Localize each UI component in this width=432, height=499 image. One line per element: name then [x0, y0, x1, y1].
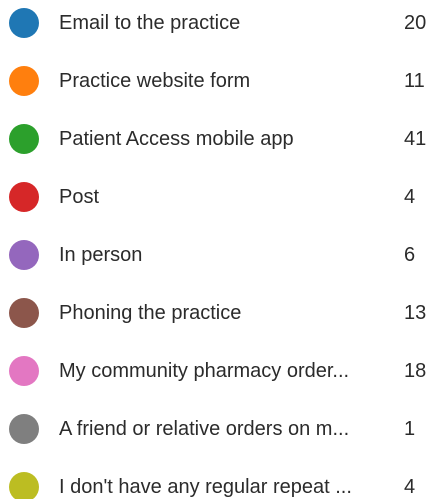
legend-item-post[interactable]: Post 4: [0, 177, 432, 217]
legend-item-no-regular-repeat[interactable]: I don't have any regular repeat ... 4: [0, 467, 432, 499]
legend-item-count: 20: [404, 12, 427, 34]
series-color-dot-icon: [9, 356, 39, 386]
legend-item-in-person[interactable]: In person 6: [0, 235, 432, 275]
legend-item-count: 4: [404, 476, 416, 498]
legend-item-label: Post: [59, 186, 100, 208]
legend-item-count: 41: [404, 128, 427, 150]
legend-item-count: 13: [404, 302, 427, 324]
legend-item-friend-relative[interactable]: A friend or relative orders on m... 1: [0, 409, 432, 449]
series-color-dot-icon: [9, 124, 39, 154]
legend-item-email[interactable]: Email to the practice 20: [0, 3, 432, 43]
legend-item-label: Practice website form: [59, 70, 251, 92]
legend-item-label: A friend or relative orders on m...: [59, 418, 350, 440]
legend-item-label: My community pharmacy order...: [59, 360, 350, 382]
series-color-dot-icon: [9, 414, 39, 444]
series-color-dot-icon: [9, 298, 39, 328]
legend-item-label: I don't have any regular repeat ...: [59, 476, 352, 498]
series-color-dot-icon: [9, 182, 39, 212]
legend-item-community-pharmacy[interactable]: My community pharmacy order... 18: [0, 351, 432, 391]
legend-item-label: In person: [59, 244, 143, 266]
legend-item-count: 1: [404, 418, 416, 440]
legend-item-website-form[interactable]: Practice website form 11: [0, 61, 432, 101]
legend-item-label: Patient Access mobile app: [59, 128, 294, 150]
series-color-dot-icon: [9, 472, 39, 499]
legend-item-count: 18: [404, 360, 427, 382]
legend-item-label: Email to the practice: [59, 12, 241, 34]
legend-item-label: Phoning the practice: [59, 302, 242, 324]
legend-list: Email to the practice 20 Practice websit…: [0, 0, 432, 499]
legend-item-count: 4: [404, 186, 416, 208]
legend-item-phoning[interactable]: Phoning the practice 13: [0, 293, 432, 333]
legend-item-mobile-app[interactable]: Patient Access mobile app 41: [0, 119, 432, 159]
series-color-dot-icon: [9, 8, 39, 38]
legend-item-count: 11: [404, 70, 425, 92]
legend-item-count: 6: [404, 244, 416, 266]
series-color-dot-icon: [9, 240, 39, 270]
series-color-dot-icon: [9, 66, 39, 96]
